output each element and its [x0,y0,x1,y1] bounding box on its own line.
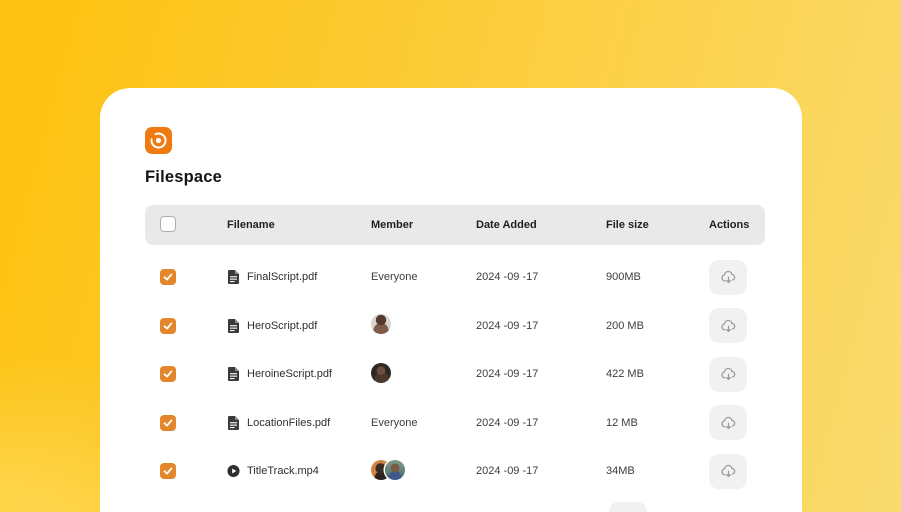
filename-label: HeroScript.pdf [247,319,318,332]
member-avatar [385,459,405,480]
cloud-download-icon [720,319,735,332]
row-checkbox[interactable] [160,366,176,383]
row-checkbox-cell [145,366,207,383]
video-play-icon [227,464,240,478]
filename-label: LocationFiles.pdf [247,416,331,429]
row-checkbox-cell [145,269,207,286]
row-checkbox-cell [145,414,207,431]
actions-cell [590,502,690,512]
member-avatars [371,459,405,480]
actions-cell [690,308,765,344]
member-cell [355,362,460,386]
date-added-cell: 2024 -09 -17 [476,319,539,332]
row-checkbox[interactable] [160,269,176,286]
actions-cell [690,405,765,441]
cloud-download-icon [720,368,735,381]
row-checkbox[interactable] [160,463,176,480]
row-checkbox-cell [145,317,207,334]
download-button[interactable] [709,356,747,392]
actions-cell [690,453,765,489]
table-row: FinalScript.pdf Everyone 2024 -09 -17 90… [145,253,765,302]
filename-label: FinalScript.pdf [247,271,318,284]
member-cell [355,314,460,337]
cloud-download-icon [720,465,735,478]
member-avatars [371,314,391,335]
download-button[interactable] [709,308,747,344]
table-header-row: Filename Member Date Added File size Act… [145,205,765,245]
file-table: Filename Member Date Added File size Act… [145,205,765,512]
actions-cell [690,356,765,392]
row-checkbox[interactable] [160,414,176,431]
check-icon [163,467,173,475]
row-checkbox-cell [145,463,207,480]
header-file-size: File size [606,219,649,231]
file-size-cell: 34MB [606,465,635,478]
header-member: Member [371,219,414,231]
table-row: LocationFiles.pdf Everyone 2024 -09 -17 … [145,398,765,447]
pdf-file-icon [227,367,240,382]
target-record-icon [150,132,167,149]
member-cell [355,459,460,483]
date-added-cell: 2024 -09 -17 [476,465,539,478]
table-row [145,495,765,512]
member-avatar [371,362,391,383]
filename-cell[interactable]: LocationFiles.pdf [207,415,355,430]
member-label: Everyone [371,416,418,429]
pdf-file-icon [227,318,240,333]
filename-cell[interactable]: HeroScript.pdf [207,318,355,333]
member-label: Everyone [371,271,418,284]
table-row: HeroineScript.pdf 2024 -09 -17 422 MB [145,350,765,399]
pdf-file-icon [227,415,240,430]
pdf-file-icon [227,270,240,285]
check-icon [163,322,173,330]
date-added-cell: 2024 -09 -17 [476,368,539,381]
download-button[interactable] [709,453,747,489]
date-added-cell: 2024 -09 -17 [476,271,539,284]
page-title: Filespace [145,168,223,186]
download-button[interactable] [609,502,647,512]
header-checkbox-cell [145,215,207,235]
table-body: FinalScript.pdf Everyone 2024 -09 -17 90… [145,245,765,512]
file-size-cell: 12 MB [606,416,638,429]
file-size-cell: 200 MB [606,319,644,332]
member-avatar [371,314,391,335]
filename-cell[interactable]: HeroineScript.pdf [207,367,355,382]
download-button[interactable] [709,405,747,441]
cloud-download-icon [720,416,735,429]
header-actions: Actions [709,219,750,231]
check-icon [163,273,173,281]
file-size-cell: 422 MB [606,368,644,381]
member-avatars [371,362,391,383]
check-icon [163,370,173,378]
page-background: { "app": { "title": "Filespace", "logo":… [0,0,901,512]
filename-cell[interactable]: FinalScript.pdf [207,270,355,285]
download-button[interactable] [709,259,747,295]
filename-cell[interactable]: TitleTrack.mp4 [207,464,355,478]
header-date-added: Date Added [476,219,537,231]
row-checkbox[interactable] [160,317,176,334]
date-added-cell: 2024 -09 -17 [476,416,539,429]
check-icon [163,419,173,427]
cloud-download-icon [720,271,735,284]
filespace-logo [145,127,172,154]
header-filename: Filename [227,219,275,231]
file-size-cell: 900MB [606,271,641,284]
filename-label: TitleTrack.mp4 [247,465,319,478]
filename-label: HeroineScript.pdf [247,368,332,381]
member-cell: Everyone [355,271,460,283]
table-row: TitleTrack.mp4 2024 -09 -17 34MB [145,447,765,496]
member-cell: Everyone [355,417,460,429]
select-all-checkbox[interactable] [160,215,176,232]
table-row: HeroScript.pdf 2024 -09 -17 200 MB [145,301,765,350]
filespace-card: Filespace Filename Member Date Added Fil… [100,88,802,512]
actions-cell [690,259,765,295]
